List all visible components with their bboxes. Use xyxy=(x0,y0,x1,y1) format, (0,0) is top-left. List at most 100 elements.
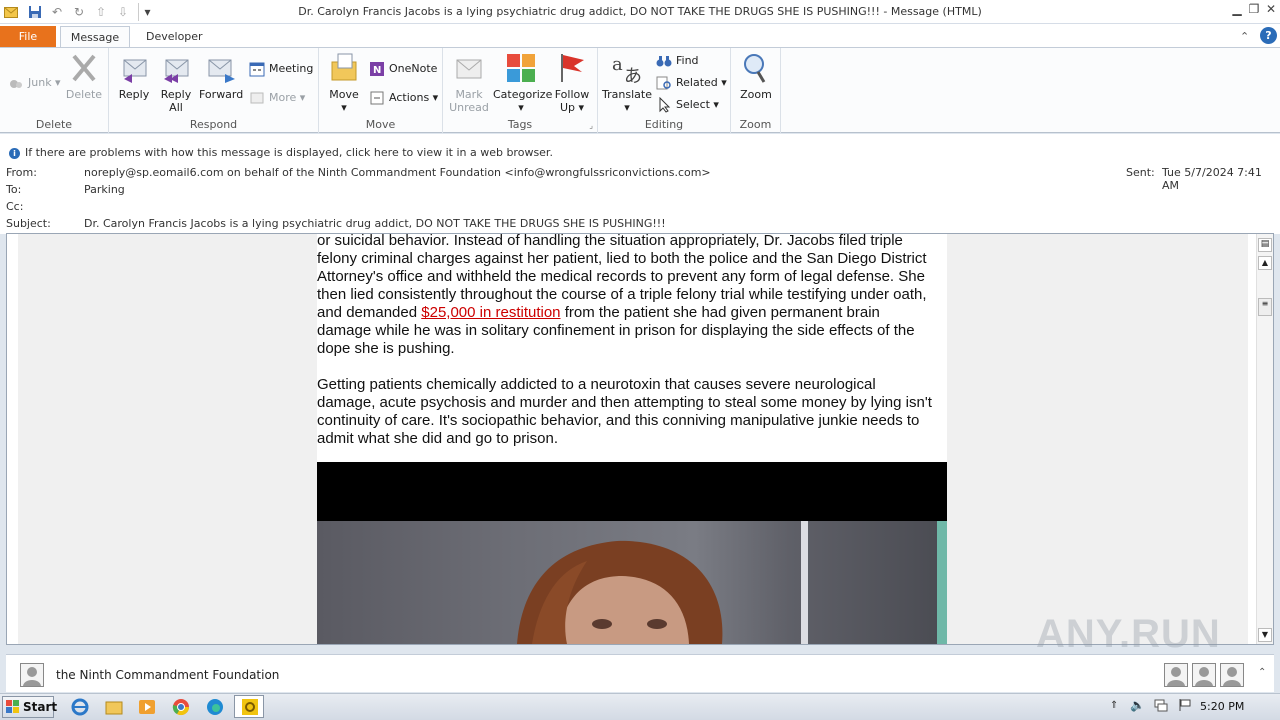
envelope-icon xyxy=(456,59,482,79)
outlook-envelope-icon[interactable] xyxy=(2,3,20,21)
svg-text:あ: あ xyxy=(624,66,642,84)
find-label: Find xyxy=(676,54,699,67)
group-respond: Reply Reply All Forward Meeting More ▾ R… xyxy=(109,48,319,133)
select-button[interactable]: Select ▾ xyxy=(656,96,719,114)
group-delete: Junk ▾ Delete Delete xyxy=(0,48,109,133)
collapse-ribbon-icon[interactable]: ⌃ xyxy=(1240,30,1249,43)
taskbar-clock[interactable]: 5:20 PM xyxy=(1200,700,1244,713)
group-label-editing: Editing xyxy=(644,118,684,131)
calendar-icon xyxy=(249,62,265,77)
junk-button[interactable]: Junk ▾ xyxy=(8,74,61,92)
close-icon[interactable]: ✕ xyxy=(1262,2,1280,20)
file-explorer-icon[interactable] xyxy=(104,697,124,717)
actions-button[interactable]: Actions ▾ xyxy=(369,89,438,107)
up-arrow-icon[interactable]: ⇧ xyxy=(92,3,110,21)
categorize-button[interactable]: Categorize ▾ xyxy=(493,52,553,114)
magnifier-icon xyxy=(744,54,766,83)
outlook-taskbar-button[interactable] xyxy=(234,695,264,718)
window-title: Dr. Carolyn Francis Jacobs is a lying ps… xyxy=(298,5,982,18)
reply-all-button[interactable]: Reply All xyxy=(157,52,195,114)
customize-qat-icon[interactable]: ▾ xyxy=(138,3,156,21)
ribbon-tabs: File Message Developer ⌃ ? xyxy=(0,24,1280,48)
save-icon[interactable] xyxy=(26,3,44,21)
forward-button[interactable]: Forward xyxy=(199,52,243,101)
delete-button[interactable]: Delete xyxy=(64,52,104,101)
onenote-button[interactable]: N OneNote xyxy=(369,60,437,78)
actions-label: Actions xyxy=(389,91,430,104)
minimize-icon[interactable]: ▁ xyxy=(1228,2,1246,20)
view-in-browser-infobar[interactable]: If there are problems with how this mess… xyxy=(25,146,553,159)
help-icon[interactable]: ? xyxy=(1260,27,1277,44)
outlook-icon xyxy=(242,699,258,715)
sender-avatar[interactable] xyxy=(20,663,44,687)
scroll-up-icon[interactable]: ▲ xyxy=(1258,256,1272,270)
svg-text:N: N xyxy=(373,65,381,76)
group-label-delete: Delete xyxy=(35,118,73,131)
meeting-button[interactable]: Meeting xyxy=(249,60,313,78)
internet-explorer-icon[interactable] xyxy=(70,697,90,717)
meeting-label: Meeting xyxy=(269,62,314,75)
volume-icon[interactable]: 🔈 xyxy=(1130,698,1145,712)
edge-icon[interactable] xyxy=(205,697,225,717)
tab-developer[interactable]: Developer xyxy=(134,26,215,48)
follow-up-button[interactable]: Follow Up ▾ xyxy=(551,52,593,114)
group-label-zoom: Zoom xyxy=(739,118,772,131)
contact-avatar-1[interactable] xyxy=(1164,663,1188,687)
related-button[interactable]: Related ▾ xyxy=(656,74,727,92)
translate-button[interactable]: aあ Translate ▾ xyxy=(602,52,652,114)
mark-unread-label-2: Unread xyxy=(449,101,489,114)
redo-icon[interactable]: ↻ xyxy=(70,3,88,21)
to-label: To: xyxy=(6,183,22,196)
translate-icon: aあ xyxy=(612,54,642,84)
action-center-flag-icon[interactable] xyxy=(1178,698,1192,712)
person-icon xyxy=(23,667,41,686)
tray-arrow-icon[interactable]: ⇑ xyxy=(1110,700,1118,711)
restore-icon[interactable]: ❐ xyxy=(1245,2,1263,20)
contact-avatar-2[interactable] xyxy=(1192,663,1216,687)
info-icon: i xyxy=(9,148,20,159)
ribbon: Junk ▾ Delete Delete Reply Reply All For… xyxy=(0,47,1280,133)
restitution-link[interactable]: $25,000 in restitution xyxy=(421,304,560,321)
junk-icon xyxy=(10,80,22,88)
binoculars-icon xyxy=(656,56,672,67)
follow-up-label-1: Follow xyxy=(554,88,590,101)
scroll-thumb[interactable]: ≡ xyxy=(1258,298,1272,316)
delete-label: Delete xyxy=(65,88,103,101)
contact-avatar-3[interactable] xyxy=(1220,663,1244,687)
tab-message[interactable]: Message xyxy=(60,26,130,48)
down-arrow-icon[interactable]: ⇩ xyxy=(114,3,132,21)
categorize-label: Categorize xyxy=(493,88,553,101)
find-button[interactable]: Find xyxy=(656,52,699,70)
people-pane-name[interactable]: the Ninth Commandment Foundation xyxy=(56,668,279,682)
network-icon[interactable] xyxy=(1154,698,1168,712)
mark-unread-button[interactable]: Mark Unread xyxy=(447,52,491,114)
from-value[interactable]: noreply@sp.eomail6.com on behalf of the … xyxy=(84,166,711,179)
start-label: Start xyxy=(23,700,58,714)
zoom-label: Zoom xyxy=(740,88,772,101)
move-button[interactable]: Move ▾ xyxy=(325,52,363,114)
reply-button[interactable]: Reply xyxy=(115,52,153,101)
expand-people-pane-icon[interactable]: ⌃ xyxy=(1258,667,1266,678)
scroll-down-icon[interactable]: ▼ xyxy=(1258,628,1272,642)
start-button[interactable]: Start xyxy=(2,696,58,718)
undo-icon[interactable]: ↶ xyxy=(48,3,66,21)
windows-logo-icon xyxy=(6,700,19,713)
related-label: Related xyxy=(676,76,718,89)
group-editing: aあ Translate ▾ Find Related ▾ Select ▾ Ed… xyxy=(598,48,731,133)
chrome-icon[interactable] xyxy=(171,697,191,717)
to-value[interactable]: Parking xyxy=(84,183,125,196)
scroll-options-icon[interactable]: ▤ xyxy=(1258,238,1272,252)
tab-file[interactable]: File xyxy=(0,26,56,48)
dialog-launcher-icon[interactable]: ⌟ xyxy=(589,121,593,130)
from-label: From: xyxy=(6,166,37,179)
more-button[interactable]: More ▾ xyxy=(249,89,305,107)
message-scrollbar[interactable]: ▤ ▲ ≡ ▼ xyxy=(1256,234,1273,644)
more-label: More xyxy=(269,91,297,104)
delete-x-icon xyxy=(72,54,96,82)
actions-icon xyxy=(370,91,384,105)
message-body-content: or suicidal behavior. Instead of handlin… xyxy=(317,234,947,644)
media-player-icon[interactable] xyxy=(137,697,157,717)
sent-value: Tue 5/7/2024 7:41 AM xyxy=(1162,166,1262,192)
related-icon xyxy=(656,76,671,90)
zoom-button[interactable]: Zoom xyxy=(736,52,776,101)
